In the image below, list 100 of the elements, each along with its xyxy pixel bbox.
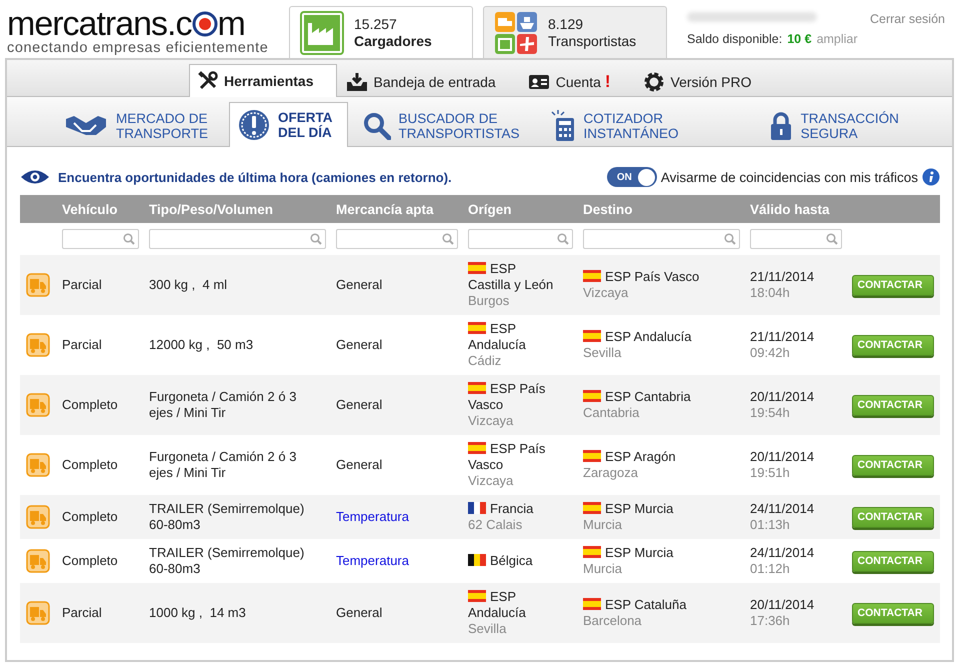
table-cell-text: 12000 kg , 50 m3 [149, 337, 254, 353]
notify-toggle[interactable]: ON [606, 167, 657, 187]
section-tab[interactable]: OFERTA DEL DÍA [229, 102, 348, 147]
filter-field[interactable] [583, 229, 740, 249]
table-cell-text: 300 kg , 4 ml [149, 277, 228, 293]
table-cell-text: General [336, 337, 384, 353]
location-city: Murcia [583, 561, 624, 577]
table-cell-text: Parcial [62, 277, 103, 293]
location-city: Sevilla [468, 621, 508, 637]
location-city: Zaragoza [583, 465, 639, 481]
section-tab[interactable]: TRANSACCIÓN SEGURA [760, 103, 914, 147]
user-count-tab[interactable]: 15.257 Cargadores [289, 6, 473, 58]
filter-field[interactable] [336, 229, 458, 249]
location-region: ESP Cataluña [583, 597, 744, 613]
spain-flag-icon [468, 442, 486, 454]
tools-icon [198, 71, 218, 91]
search-icon [442, 233, 454, 245]
logo-text: m [218, 8, 245, 40]
logo-tagline: conectando empresas eficientemente [7, 40, 270, 56]
spain-flag-icon [583, 330, 601, 342]
valid-time: 09:42h [750, 345, 791, 361]
valid-time: 17:36h [750, 613, 791, 629]
spain-flag-icon [468, 382, 486, 394]
valid-time: 01:13h [750, 517, 791, 533]
search-icon [310, 233, 322, 245]
location-city: Murcia [583, 517, 624, 533]
calculator-icon [550, 110, 576, 142]
location-region: ESP Murcia [583, 545, 744, 561]
location-city: Cantabria [583, 405, 640, 421]
table-cell-text: TRAILER (Semirremolque) 60-80m3 [149, 545, 306, 577]
column-header: Destino [583, 202, 634, 216]
logout-link[interactable]: Cerrar sesión [870, 12, 945, 26]
column-header: Válido hasta [750, 202, 831, 216]
target-icon [192, 11, 218, 37]
user-type-label: Cargadores [354, 32, 432, 50]
transport-modes-icon [494, 10, 538, 54]
valid-time: 01:12h [750, 561, 791, 577]
filter-field[interactable] [62, 229, 139, 249]
valid-date: 20/11/2014 [750, 597, 816, 613]
column-header: Vehículo [62, 202, 119, 216]
filter-field[interactable] [149, 229, 326, 249]
truck-icon [26, 393, 50, 417]
search-icon [826, 233, 838, 245]
valid-date: 21/11/2014 [750, 329, 816, 345]
spain-flag-icon [583, 390, 601, 402]
search-icon [557, 233, 569, 245]
table-cell-text: General [336, 397, 384, 413]
intro-text: Encuentra oportunidades de última hora (camiones en retorno). [58, 170, 452, 184]
truck-icon [26, 273, 50, 297]
user-count: 8.129 [548, 16, 584, 32]
eye-icon [20, 168, 50, 186]
exclamation-icon [238, 109, 270, 141]
column-header: Orígen [468, 202, 513, 216]
belgium-flag-icon [468, 554, 486, 566]
section-tab[interactable]: COTIZADOR INSTANTÁNEO [540, 103, 694, 147]
truck-icon [26, 333, 50, 357]
location-region: Bélgica [468, 553, 559, 569]
table-cell-text: General [336, 605, 384, 621]
user-count-tab[interactable]: 8.129 Transportistas [483, 6, 667, 58]
nav-tab[interactable]: Cuenta ! [518, 65, 634, 97]
location-city: Barcelona [583, 613, 643, 629]
table-cell-text: Parcial [62, 337, 103, 353]
filter-field[interactable] [750, 229, 842, 249]
truck-icon [26, 505, 50, 529]
search-icon [123, 233, 135, 245]
spain-flag-icon [583, 546, 601, 558]
valid-time: 19:54h [750, 405, 791, 421]
location-region: Francia [468, 501, 559, 517]
nav-tab[interactable]: Bandeja de entrada [336, 65, 519, 97]
table-cell-text: Completo [62, 457, 119, 473]
goods-link[interactable]: Temperatura [336, 509, 468, 525]
toggle-label: Avisarme de coincidencias con mis tráficos [660, 170, 918, 184]
padlock-icon [768, 110, 793, 140]
table-cell-text: Furgoneta / Camión 2 ó 3 ejes / Mini Tir [149, 389, 298, 421]
search-icon [724, 233, 736, 245]
table-cell-text: 1000 kg , 14 m3 [149, 605, 247, 621]
nav-tab[interactable]: Versión PRO [634, 65, 774, 97]
truck-icon [26, 601, 50, 625]
nav-tab[interactable]: Herramientas [189, 64, 336, 97]
truck-icon [26, 453, 50, 477]
section-tab[interactable]: BUSCADOR DE TRANSPORTISTAS [354, 103, 535, 147]
alert-mark: ! [604, 72, 611, 92]
location-city: Cádiz [468, 353, 502, 369]
location-city: Vizcaya [468, 473, 514, 489]
location-region: ESP Murcia [583, 501, 744, 517]
filter-field[interactable] [468, 229, 573, 249]
location-region: ESP Castilla y León [468, 261, 554, 293]
goods-link[interactable]: Temperatura [336, 553, 468, 569]
table-cell-text: TRAILER (Semirremolque) 60-80m3 [149, 501, 306, 533]
location-region: ESP Aragón [583, 449, 744, 465]
table-cell-text: General [336, 277, 384, 293]
table-cell-text: Parcial [62, 605, 103, 621]
spain-flag-icon [583, 450, 601, 462]
france-flag-icon [468, 502, 486, 514]
section-tab[interactable]: MERCADO DE TRANSPORTE [55, 103, 224, 147]
location-region: ESP País Vasco [468, 381, 546, 413]
location-city: Vizcaya [468, 413, 514, 429]
location-city: 62 Calais [468, 517, 524, 533]
balance-amount: 10 € [787, 32, 812, 46]
gear-icon [642, 70, 665, 92]
